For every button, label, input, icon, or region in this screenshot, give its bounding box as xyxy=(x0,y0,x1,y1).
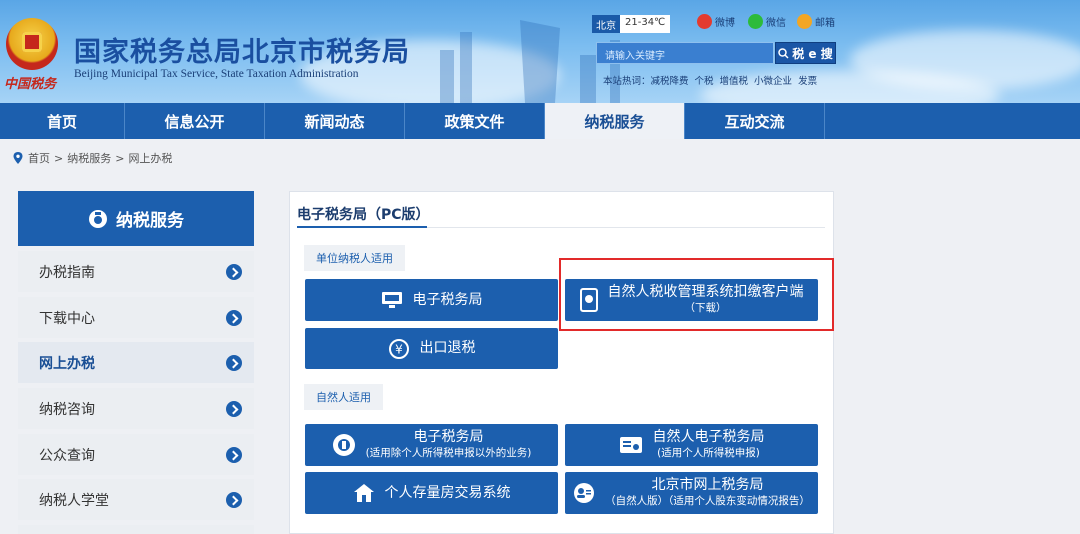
main-nav: 首页 信息公开 新闻动态 政策文件 纳税服务 互动交流 xyxy=(0,103,1080,139)
location-pin-icon xyxy=(13,152,23,164)
sidebar-item-label: 网上办税 xyxy=(39,355,95,372)
wechat-link[interactable]: 微信 xyxy=(748,14,786,29)
button-sublabel: (适用个人所得税申报) xyxy=(657,447,760,459)
service-icon xyxy=(89,209,107,228)
sidebar-item-label: 纳税人学堂 xyxy=(39,492,109,509)
weather-city: 北京 xyxy=(592,15,620,33)
weibo-label: 微博 xyxy=(715,18,735,29)
button-label: 自然人电子税务局 xyxy=(652,429,765,445)
chevron-right-icon xyxy=(226,309,242,326)
breadcrumb-home[interactable]: 首页 xyxy=(28,150,50,166)
wechat-label: 微信 xyxy=(766,18,786,29)
breadcrumb-current: 网上办税 xyxy=(128,152,173,165)
sidebar-item-label: 办税指南 xyxy=(39,264,95,281)
house-icon xyxy=(353,484,374,502)
tax-coin-icon xyxy=(332,434,355,456)
chevron-right-icon xyxy=(226,354,242,371)
nav-tax-service[interactable]: 纳税服务 xyxy=(545,103,685,139)
weather-widget: 北京 21-34℃ xyxy=(592,15,671,33)
hotword[interactable]: 增值税 xyxy=(720,73,749,87)
nav-interaction[interactable]: 互动交流 xyxy=(685,103,825,139)
sidebar-title-label: 纳税服务 xyxy=(116,211,184,231)
button-text: 自然人电子税务局 (适用个人所得税申报) xyxy=(653,429,765,461)
button-label: 电子税务局 xyxy=(412,291,483,308)
svg-text:¥: ¥ xyxy=(395,342,403,356)
breadcrumb-separator: > xyxy=(115,151,125,165)
nav-policy[interactable]: 政策文件 xyxy=(405,103,545,139)
search-button-label: 税 e 搜 xyxy=(792,46,833,61)
hotword[interactable]: 个税 xyxy=(695,73,714,87)
wechat-icon xyxy=(748,14,763,29)
sidebar-item-label: 公众查询 xyxy=(39,447,95,464)
weibo-link[interactable]: 微博 xyxy=(697,14,735,29)
sidebar-title: 纳税服务 xyxy=(18,191,254,246)
sidebar-item-public-query[interactable]: 公众查询 xyxy=(18,434,254,475)
nav-home[interactable]: 首页 xyxy=(0,103,125,139)
chevron-right-icon xyxy=(226,400,242,417)
site-subtitle: Beijing Municipal Tax Service, State Tax… xyxy=(74,68,359,80)
sidebar-item-guide[interactable]: 办税指南 xyxy=(18,251,254,292)
export-refund-button[interactable]: ¥ 出口退税 xyxy=(305,328,558,369)
sidebar-item-academy[interactable]: 纳税人学堂 xyxy=(18,479,254,520)
search-icon xyxy=(778,47,789,59)
brand-logo-text: 中国税务 xyxy=(4,77,57,92)
weibo-icon xyxy=(697,14,712,29)
hotword[interactable]: 本站热词：减税降费 xyxy=(603,73,689,87)
button-text: 电子税务局 (适用除个人所得税申报以外的业务) xyxy=(366,429,532,461)
button-sublabel: （自然人版）（适用个人股东变动情况报告） xyxy=(605,495,810,507)
monitor-icon xyxy=(381,292,402,308)
national-emblem-icon xyxy=(6,18,58,70)
etax-bureau-individual-button[interactable]: 电子税务局 (适用除个人所得税申报以外的业务) xyxy=(305,424,558,466)
hot-words: 本站热词：减税降费 个税 增值税 小微企业 发票 xyxy=(603,73,817,87)
search-button[interactable]: 税 e 搜 xyxy=(775,42,836,64)
hotword[interactable]: 小微企业 xyxy=(754,73,792,87)
id-card-icon xyxy=(619,437,642,453)
sidebar-item-partial xyxy=(18,525,254,534)
beijing-online-tax-button[interactable]: 北京市网上税务局 （自然人版）（适用个人股东变动情况报告） xyxy=(565,472,818,514)
etax-bureau-button[interactable]: 电子税务局 xyxy=(305,279,558,321)
breadcrumb-tax-service[interactable]: 纳税服务 xyxy=(67,150,111,166)
housing-transaction-button[interactable]: 个人存量房交易系统 xyxy=(305,472,558,514)
chevron-right-icon xyxy=(226,263,242,280)
breadcrumb: 首页 > 纳税服务 > 网上办税 xyxy=(12,150,172,166)
button-label: 电子税务局 xyxy=(413,429,484,445)
search-input[interactable]: 请输入关键字 xyxy=(596,42,774,64)
nav-info-disclosure[interactable]: 信息公开 xyxy=(125,103,265,139)
button-sublabel: (适用除个人所得税申报以外的业务) xyxy=(365,447,532,459)
button-label: 北京市网上税务局 xyxy=(651,477,764,493)
hotword[interactable]: 发票 xyxy=(798,73,817,87)
chevron-right-icon xyxy=(226,446,242,463)
title-divider xyxy=(427,227,825,228)
site-header: 中国税务 国家税务总局北京市税务局 Beijing Municipal Tax … xyxy=(0,0,1080,103)
nav-news[interactable]: 新闻动态 xyxy=(265,103,405,139)
refund-yuan-icon: ¥ xyxy=(388,338,409,359)
title-underline xyxy=(297,226,427,228)
sidebar-item-online-tax[interactable]: 网上办税 xyxy=(18,342,254,383)
sidebar-item-label: 下载中心 xyxy=(39,310,95,327)
highlight-box xyxy=(559,258,834,331)
site-title[interactable]: 国家税务总局北京市税务局 xyxy=(74,30,410,69)
mail-icon xyxy=(797,14,812,29)
section-tag-enterprise: 单位纳税人适用 xyxy=(304,245,405,271)
sidebar-item-label: 纳税咨询 xyxy=(39,401,95,418)
panel-title: 电子税务局（PC版） xyxy=(297,207,430,223)
section-tag-individual: 自然人适用 xyxy=(304,384,383,410)
button-label: 出口退税 xyxy=(419,340,476,356)
natural-person-etax-button[interactable]: 自然人电子税务局 (适用个人所得税申报) xyxy=(565,424,818,466)
mail-link[interactable]: 邮箱 xyxy=(797,14,835,29)
sidebar-item-consult[interactable]: 纳税咨询 xyxy=(18,388,254,429)
breadcrumb-separator: > xyxy=(54,151,64,165)
mail-label: 邮箱 xyxy=(815,18,835,29)
sidebar-item-download[interactable]: 下载中心 xyxy=(18,297,254,338)
user-group-icon xyxy=(574,483,595,503)
chevron-right-icon xyxy=(226,491,242,508)
weather-temp: 21-34℃ xyxy=(620,15,671,33)
button-text: 北京市网上税务局 （自然人版）（适用个人股东变动情况报告） xyxy=(605,477,810,509)
button-label: 个人存量房交易系统 xyxy=(384,484,511,501)
